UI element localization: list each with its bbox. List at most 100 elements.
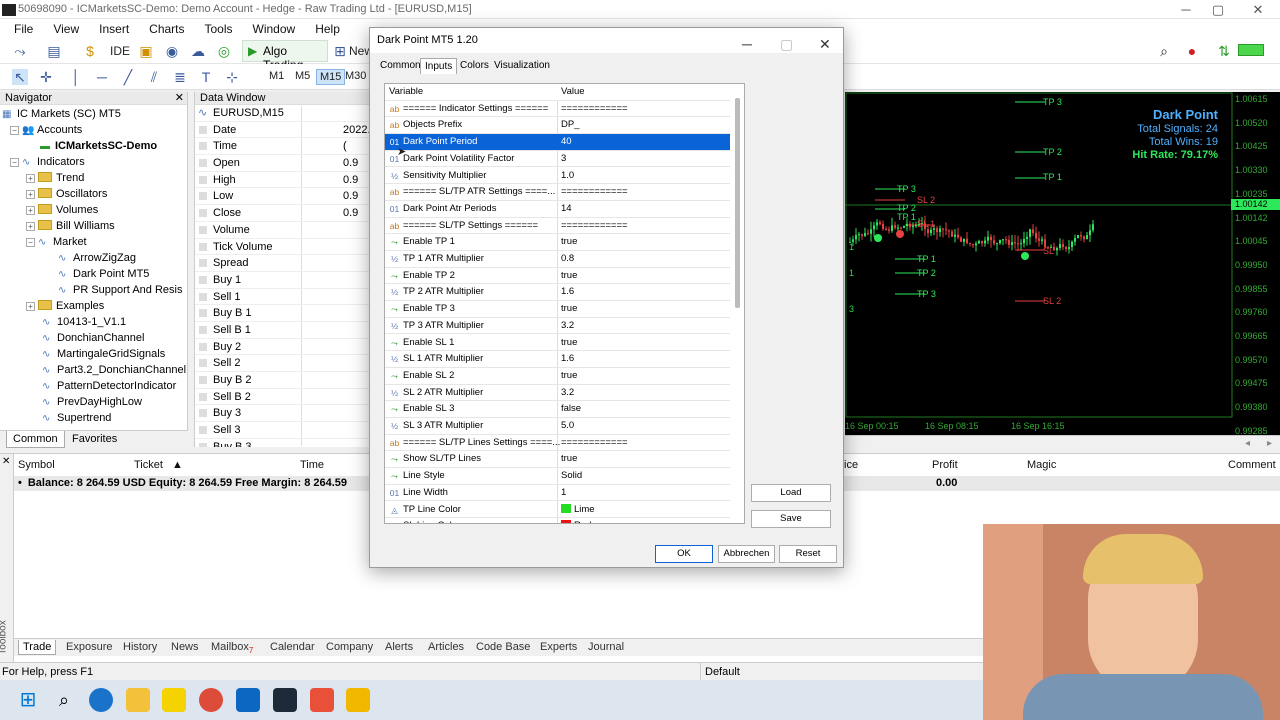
- input-value[interactable]: 40: [561, 134, 572, 150]
- timeframe-m30[interactable]: M30: [342, 69, 369, 83]
- close-toolbox-icon[interactable]: ✕: [2, 456, 10, 467]
- nav-market-item[interactable]: ∿ Dark Point MT5: [0, 266, 187, 282]
- horizontal-line-icon[interactable]: ─: [94, 69, 110, 85]
- input-value[interactable]: 3: [561, 151, 566, 167]
- text-icon[interactable]: T: [198, 69, 214, 85]
- expand-icon[interactable]: +: [26, 174, 35, 183]
- menu-charts[interactable]: Charts: [139, 22, 194, 36]
- input-value[interactable]: true: [561, 451, 577, 467]
- col-profit[interactable]: Profit: [932, 459, 958, 471]
- new-order-icon[interactable]: ⊞: [332, 43, 348, 59]
- dialog-close-icon[interactable]: ✕: [819, 32, 831, 57]
- nav-item[interactable]: ∿ PrevDayHighLow: [0, 394, 187, 410]
- nav-accounts[interactable]: − 👥 Accounts: [0, 122, 187, 138]
- shapes-icon[interactable]: ⊹: [224, 69, 240, 85]
- tab-code-base[interactable]: Code Base: [472, 640, 534, 654]
- channel-icon[interactable]: ⫽: [146, 69, 162, 85]
- load-button[interactable]: Load: [751, 484, 831, 502]
- nav-item[interactable]: ∿ Supertrend: [0, 410, 187, 426]
- tab-articles[interactable]: Articles: [424, 640, 468, 654]
- input-value[interactable]: true: [561, 368, 577, 384]
- nav-root[interactable]: ▦ IC Markets (SC) MT5: [0, 106, 187, 122]
- chart-scrollbar[interactable]: ◂ ▸: [845, 435, 1280, 453]
- chart-type-icon[interactable]: ⤳: [12, 43, 28, 59]
- nav-item[interactable]: ∿ PatternDetectorIndicator: [0, 378, 187, 394]
- header-value[interactable]: Value: [561, 84, 585, 100]
- input-row[interactable]: ½ SL 1 ATR Multiplier 1.6: [385, 351, 730, 368]
- input-value[interactable]: 1.6: [561, 284, 574, 300]
- search-taskbar-icon[interactable]: ⌕: [52, 688, 76, 712]
- scroll-right-icon[interactable]: ▸: [1267, 438, 1272, 449]
- close-icon[interactable]: ✕: [1248, 2, 1268, 18]
- edge-icon[interactable]: [89, 688, 113, 712]
- nav-item[interactable]: ∿ 10413-1_V1.1: [0, 314, 187, 330]
- notifications-icon[interactable]: ●: [1184, 43, 1200, 59]
- nav-folder-bill-williams[interactable]: + Bill Williams: [0, 218, 187, 234]
- col-comment[interactable]: Comment: [1228, 459, 1276, 471]
- nav-item[interactable]: ∿ DonchianChannel: [0, 330, 187, 346]
- nav-item[interactable]: ∿ MartingaleGridSignals: [0, 346, 187, 362]
- input-row[interactable]: ½ TP 2 ATR Multiplier 1.6: [385, 284, 730, 302]
- input-row[interactable]: 01 Dark Point Atr Periods 14: [385, 201, 730, 218]
- input-row[interactable]: ½ TP 1 ATR Multiplier 0.8: [385, 251, 730, 268]
- maximize-icon[interactable]: ▢: [1208, 2, 1228, 18]
- col-time[interactable]: Time: [300, 459, 324, 471]
- tab-trade[interactable]: Trade: [18, 640, 57, 655]
- input-value[interactable]: ============: [561, 184, 628, 200]
- collapse-icon[interactable]: −: [26, 238, 35, 247]
- input-value[interactable]: 5.0: [561, 418, 574, 434]
- close-navigator-icon[interactable]: ✕: [175, 92, 184, 105]
- input-row[interactable]: ⤳ Enable TP 3 true: [385, 301, 730, 318]
- col-ticket[interactable]: Ticket: [134, 459, 163, 471]
- timeframe-m15[interactable]: M15: [316, 69, 346, 85]
- cloud-icon[interactable]: ☁: [190, 43, 206, 59]
- app2-icon[interactable]: [346, 688, 370, 712]
- vertical-line-icon[interactable]: │: [68, 69, 84, 85]
- templates-icon[interactable]: ▤: [46, 43, 62, 59]
- tab-visualization[interactable]: Visualization: [490, 58, 554, 73]
- search-icon[interactable]: ⌕: [1156, 43, 1172, 59]
- input-row[interactable]: ⤳ Line Style Solid: [385, 468, 730, 485]
- tab-exposure[interactable]: Exposure: [62, 640, 116, 654]
- input-value[interactable]: DP_: [561, 117, 579, 133]
- col-symbol[interactable]: Symbol: [18, 459, 55, 471]
- tab-calendar[interactable]: Calendar: [266, 640, 319, 654]
- input-value[interactable]: true: [561, 234, 577, 250]
- grid-scrollbar[interactable]: [735, 98, 740, 308]
- expand-icon[interactable]: +: [26, 222, 35, 231]
- tab-history[interactable]: History: [119, 640, 161, 654]
- col-magic[interactable]: Magic: [1027, 459, 1056, 471]
- input-value[interactable]: 1: [561, 485, 566, 501]
- reset-button[interactable]: Reset: [779, 545, 837, 563]
- input-row[interactable]: ab ====== SL/TP Lines Settings ====... ===…: [385, 435, 730, 452]
- input-row[interactable]: ◬ TP Line Color Lime: [385, 502, 730, 519]
- nav-folder-trend[interactable]: + Trend: [0, 170, 187, 186]
- minimize-icon[interactable]: ─: [1176, 2, 1196, 17]
- tab-experts[interactable]: Experts: [536, 640, 581, 654]
- input-row[interactable]: ⤳ Enable TP 1 true: [385, 234, 730, 251]
- app-icon[interactable]: [310, 688, 334, 712]
- menu-view[interactable]: View: [43, 22, 89, 36]
- save-button[interactable]: Save: [751, 510, 831, 528]
- tab-journal[interactable]: Journal: [584, 640, 628, 654]
- dialog-minimize-icon[interactable]: ─: [742, 32, 752, 57]
- timeframe-m1[interactable]: M1: [266, 69, 287, 83]
- ide-button[interactable]: IDE: [110, 44, 130, 58]
- dollar-icon[interactable]: $: [82, 43, 98, 59]
- nav-folder-volumes[interactable]: + Volumes: [0, 202, 187, 218]
- input-value[interactable]: 3.2: [561, 385, 574, 401]
- menu-help[interactable]: Help: [305, 22, 350, 36]
- input-value[interactable]: false: [561, 401, 581, 417]
- input-value[interactable]: 14: [561, 201, 572, 217]
- nav-market-item[interactable]: ∿ PR Support And Resis: [0, 282, 187, 298]
- metatrader-icon[interactable]: [273, 688, 297, 712]
- tab-common[interactable]: Common: [6, 431, 65, 448]
- input-value[interactable]: ============: [561, 218, 628, 234]
- col-price[interactable]: ice: [844, 459, 858, 471]
- price-chart[interactable]: Dark Point Total Signals: 24 Total Wins:…: [845, 92, 1280, 435]
- nav-account[interactable]: ▬ ICMarketsSC-Demo: [0, 138, 187, 154]
- header-variable[interactable]: Variable: [389, 84, 423, 100]
- input-row[interactable]: ◬SL Line Color Red: [385, 518, 730, 523]
- tab-alerts[interactable]: Alerts: [381, 640, 417, 654]
- input-row[interactable]: ⤳ Enable SL 1 true: [385, 335, 730, 352]
